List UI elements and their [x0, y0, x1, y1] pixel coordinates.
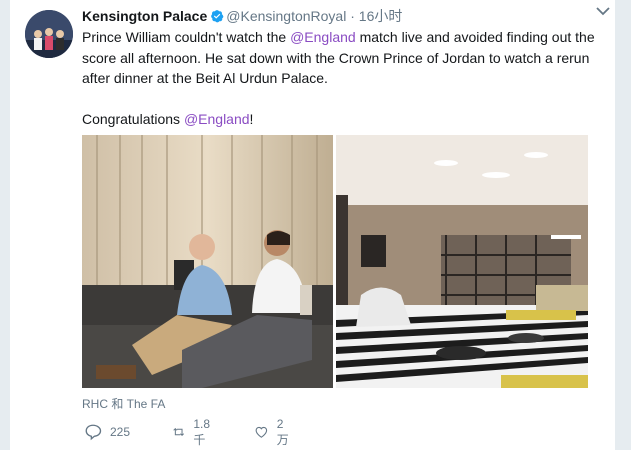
- tweet-paragraph-2: Congratulations @England!: [82, 109, 602, 130]
- like-count: 2万: [276, 416, 289, 447]
- like-icon: [255, 426, 268, 438]
- photo-palace-interior[interactable]: [336, 135, 588, 388]
- tweet-card[interactable]: Kensington Palace @KensingtonRoyal · 16小时…: [10, 0, 615, 450]
- tweet-header: Kensington Palace @KensingtonRoyal · 16小时: [82, 7, 595, 27]
- reply-count: 225: [110, 425, 131, 439]
- reply-icon: [85, 424, 102, 441]
- retweet-icon: [173, 427, 185, 437]
- tweet-paragraph-1: Prince William couldn't watch the @Engla…: [82, 27, 602, 89]
- text-segment: Congratulations: [82, 110, 184, 127]
- chevron-down-icon[interactable]: [595, 5, 611, 17]
- mention-link[interactable]: @England: [290, 29, 356, 45]
- media-gallery: [82, 135, 588, 388]
- media-credit: RHC 和 The FA: [82, 397, 166, 411]
- verified-badge-icon: [211, 10, 224, 23]
- retweet-count: 1.8千: [193, 416, 211, 447]
- timestamp[interactable]: 16小时: [359, 8, 403, 24]
- author-handle[interactable]: @KensingtonRoyal: [226, 8, 346, 24]
- text-segment: !: [249, 110, 254, 127]
- avatar[interactable]: [25, 10, 73, 58]
- like-button[interactable]: 2万: [254, 417, 292, 447]
- mention-link[interactable]: @England: [184, 111, 250, 127]
- separator-dot: ·: [350, 8, 355, 24]
- tweet-text: Prince William couldn't watch the @Engla…: [82, 27, 602, 129]
- reply-button[interactable]: 225: [84, 421, 130, 443]
- text-segment: Prince William couldn't watch the: [82, 29, 291, 45]
- retweet-button[interactable]: 1.8千: [172, 417, 215, 447]
- photo-princes-watching[interactable]: [82, 135, 333, 388]
- author-name[interactable]: Kensington Palace: [82, 8, 207, 24]
